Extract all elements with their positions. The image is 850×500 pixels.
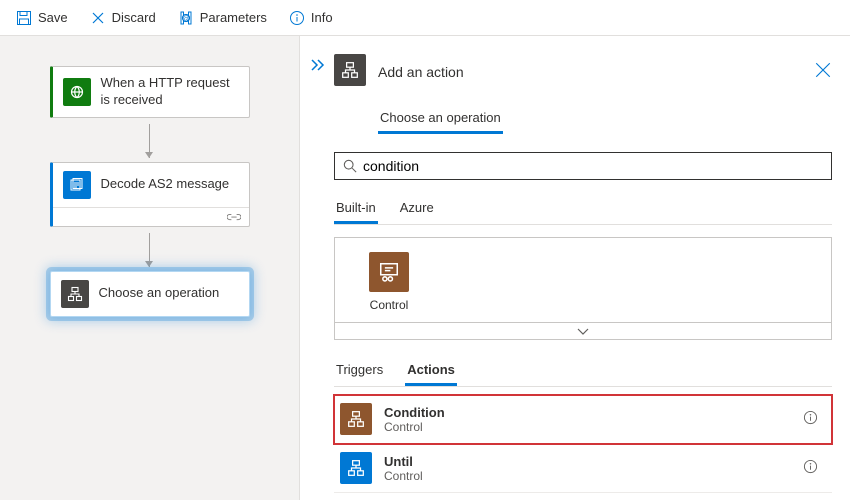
action-icon	[340, 403, 372, 435]
action-subtitle: Control	[384, 469, 791, 483]
link-icon	[227, 212, 241, 222]
collapse-icon[interactable]	[310, 58, 328, 72]
choose-title: Choose an operation	[99, 285, 220, 302]
info-button[interactable]: Info	[279, 6, 343, 30]
search-input[interactable]	[363, 158, 823, 174]
discard-button[interactable]: Discard	[80, 6, 166, 30]
action-subtitle: Control	[384, 420, 791, 434]
search-box[interactable]	[334, 152, 832, 180]
control-icon	[378, 261, 400, 283]
save-icon	[16, 10, 32, 26]
tab-triggers[interactable]: Triggers	[334, 356, 385, 386]
tab-actions[interactable]: Actions	[405, 356, 457, 386]
connector-control[interactable]: Control	[349, 252, 429, 312]
action-item[interactable]: UntilControl	[334, 444, 832, 493]
toolbar: Save Discard @ Parameters Info	[0, 0, 850, 36]
action-info-button[interactable]	[803, 410, 818, 428]
parameters-button[interactable]: @ Parameters	[168, 6, 277, 30]
parameters-icon: @	[178, 10, 194, 26]
panel-icon	[334, 54, 366, 86]
as2-icon	[69, 177, 85, 193]
expand-connectors[interactable]	[334, 323, 832, 340]
trigger-node[interactable]: When a HTTP request is received	[50, 66, 250, 118]
action-panel: Add an action Choose an operation Built-…	[300, 36, 850, 500]
discard-icon	[90, 10, 106, 26]
discard-label: Discard	[112, 10, 156, 25]
action-item[interactable]: ConditionControl	[334, 395, 832, 444]
action-title: Until	[384, 454, 791, 469]
tab-azure[interactable]: Azure	[398, 194, 436, 224]
decode-node[interactable]: Decode AS2 message	[50, 162, 250, 227]
decode-title: Decode AS2 message	[101, 176, 230, 193]
connector-label: Control	[370, 298, 409, 312]
operation-icon	[67, 286, 83, 302]
info-icon	[289, 10, 305, 26]
action-title: Condition	[384, 405, 791, 420]
panel-title: Add an action	[378, 64, 464, 80]
close-icon[interactable]	[814, 61, 832, 79]
connector-row: Control	[334, 237, 832, 323]
parameters-label: Parameters	[200, 10, 267, 25]
trigger-title: When a HTTP request is received	[101, 75, 239, 109]
action-results: ConditionControlUntilControl	[334, 395, 832, 493]
save-label: Save	[38, 10, 68, 25]
info-label: Info	[311, 10, 333, 25]
action-icon	[340, 452, 372, 484]
chevron-down-icon	[576, 325, 590, 337]
connector-arrow	[149, 233, 150, 267]
designer-canvas: When a HTTP request is received Decode A…	[0, 36, 300, 500]
http-icon	[69, 84, 85, 100]
save-button[interactable]: Save	[6, 6, 78, 30]
action-info-button[interactable]	[803, 459, 818, 477]
tab-builtin[interactable]: Built-in	[334, 194, 378, 224]
svg-text:@: @	[182, 16, 189, 23]
tab-choose-operation[interactable]: Choose an operation	[378, 104, 503, 134]
connector-arrow	[149, 124, 150, 158]
choose-operation-node[interactable]: Choose an operation	[50, 271, 250, 317]
search-icon	[343, 159, 357, 173]
